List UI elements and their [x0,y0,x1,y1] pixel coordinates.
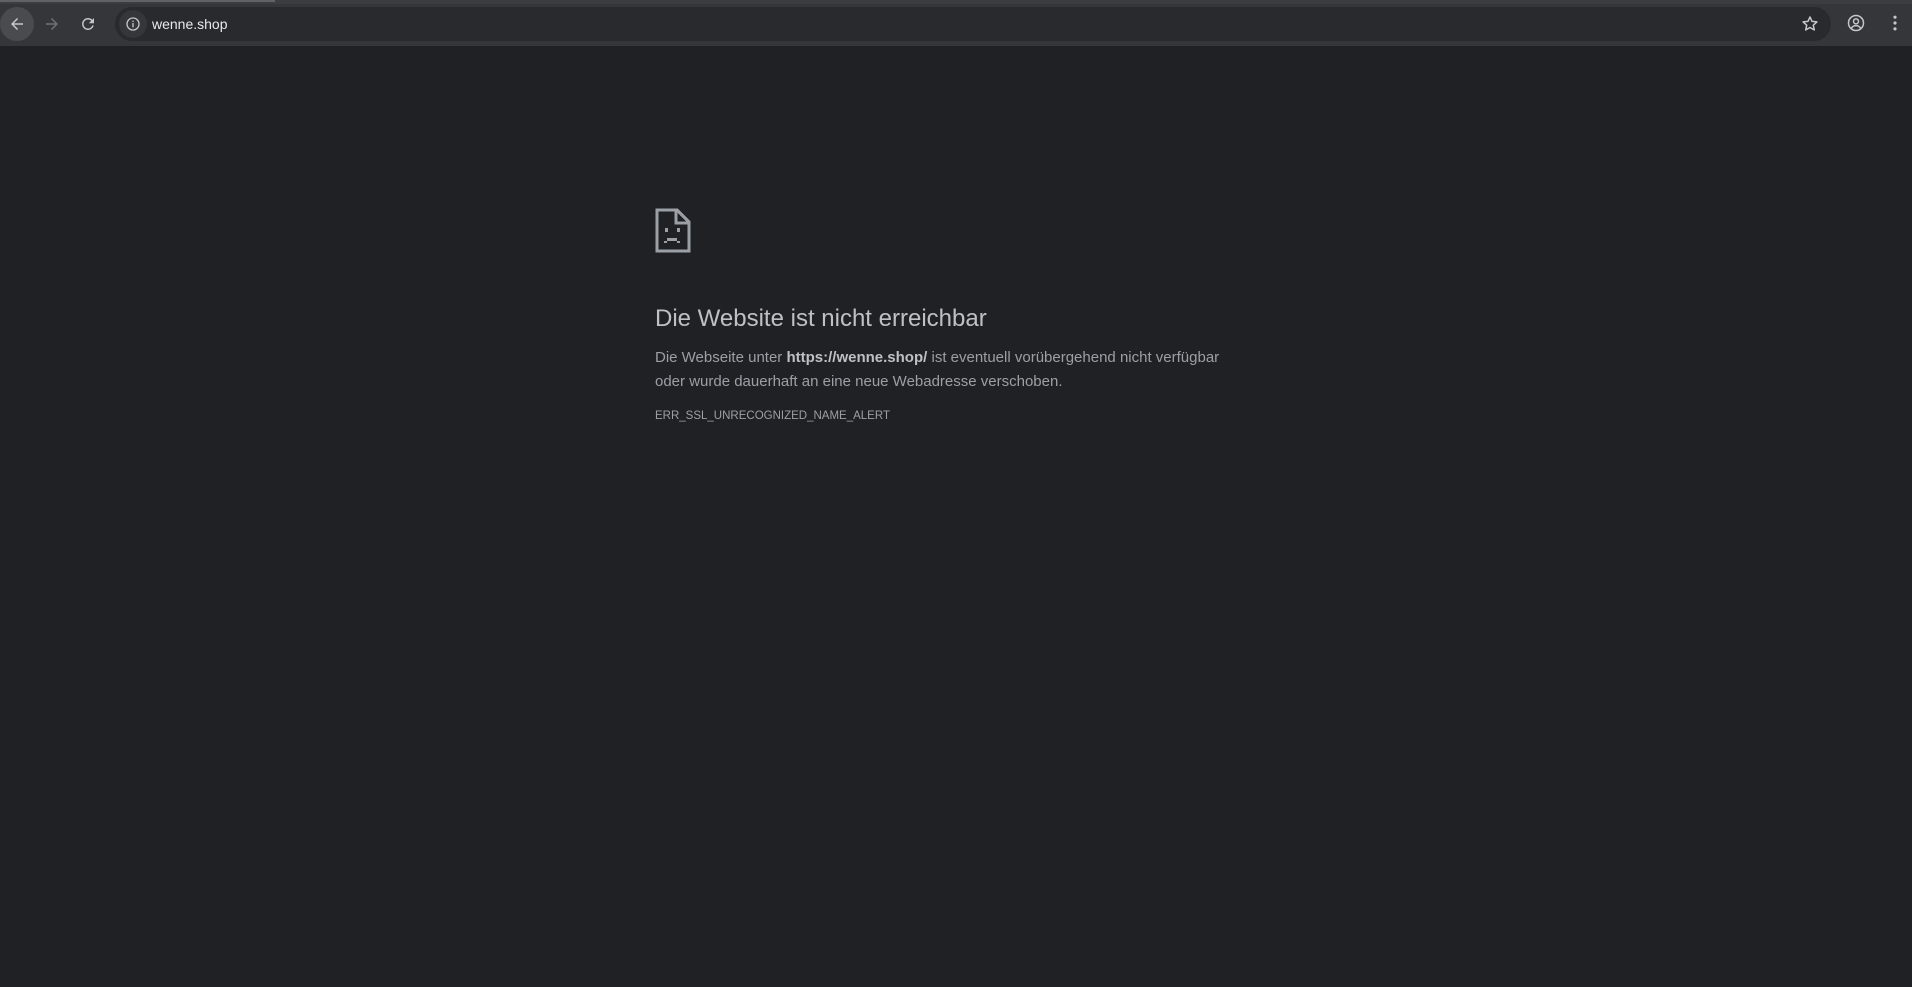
error-code: ERR_SSL_UNRECOGNIZED_NAME_ALERT [655,410,890,422]
menu-button[interactable] [1884,12,1906,34]
error-title: Die Website ist nicht erreichbar [655,305,987,332]
account-icon [1847,14,1865,32]
back-button[interactable] [0,7,34,41]
error-content: Die Website ist nicht erreichbar Die Web… [655,208,1245,424]
reload-icon [82,17,94,30]
kebab-menu-icon [1893,15,1897,31]
site-info-button[interactable] [119,10,147,38]
arrow-left-icon [11,18,23,30]
forward-button[interactable] [35,7,69,41]
tab-strip-edge [0,0,1912,4]
error-url: https://wenne.shop/ [786,349,928,366]
star-icon[interactable] [1800,14,1820,34]
sad-page-icon [655,208,691,253]
reload-button[interactable] [71,7,105,41]
url-text[interactable]: wenne.shop [152,15,228,33]
profile-button[interactable] [1845,12,1867,34]
error-description: Die Webseite unter https://wenne.shop/ i… [655,349,1220,390]
address-bar[interactable]: wenne.shop [115,7,1831,41]
info-icon [126,17,140,31]
arrow-right-icon [46,18,58,30]
browser-toolbar: wenne.shop [0,0,1912,46]
